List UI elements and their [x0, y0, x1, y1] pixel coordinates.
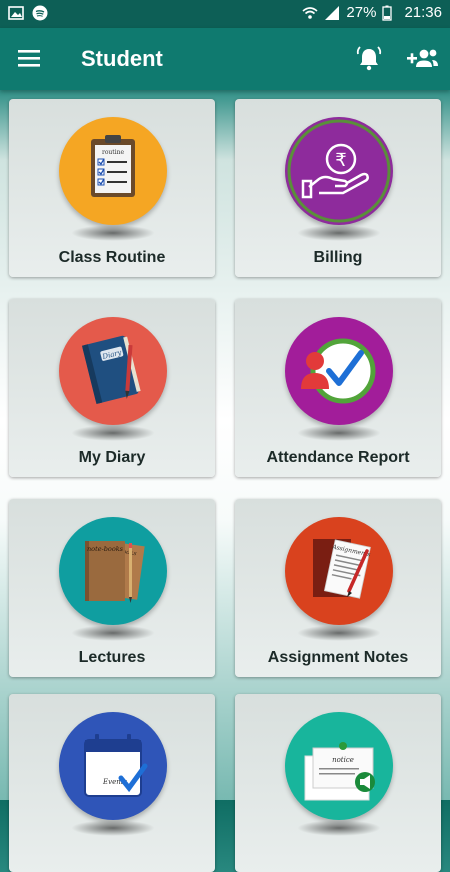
tile-my-diary[interactable]: Diary My Diary	[9, 299, 215, 477]
wifi-icon	[302, 5, 318, 21]
menu-icon	[14, 50, 46, 78]
notebooks-icon: books note-books	[59, 517, 167, 625]
add-user-button[interactable]	[405, 45, 439, 73]
tile-lectures[interactable]: books note-books Lectures	[9, 499, 215, 677]
tile-shadow	[71, 225, 155, 241]
add-user-icon	[405, 49, 439, 77]
tile-assignment-notes[interactable]: Assignments Assignment Notes	[235, 499, 441, 677]
tile-icon-circle: Assignments	[285, 517, 393, 625]
assignment-notes-icon: Assignments	[285, 517, 393, 625]
tile-shadow	[71, 425, 155, 441]
attendance-check-icon	[285, 317, 393, 425]
svg-text:notice: notice	[332, 756, 354, 764]
tile-icon-circle: Events	[59, 712, 167, 820]
image-icon	[8, 5, 24, 21]
tile-icon-circle: Diary	[59, 317, 167, 425]
battery-icon	[382, 5, 398, 21]
tile-events[interactable]: Events	[9, 694, 215, 872]
clock: 21:36	[404, 4, 442, 21]
notice-board-icon: notice	[285, 712, 393, 820]
tile-label: Billing	[313, 249, 363, 266]
tile-label: Attendance Report	[266, 449, 410, 466]
tile-notice[interactable]: notice	[235, 694, 441, 872]
tile-shadow	[71, 625, 155, 641]
svg-text:note-books: note-books	[87, 545, 124, 553]
battery-percent: 27%	[346, 4, 377, 21]
menu-button[interactable]	[14, 44, 46, 74]
page-title: Student	[81, 46, 163, 71]
tile-class-routine[interactable]: routine Class Routine	[9, 99, 215, 277]
tile-label: Class Routine	[58, 249, 166, 266]
tile-attendance-report[interactable]: Attendance Report	[235, 299, 441, 477]
notifications-button[interactable]	[355, 45, 383, 73]
app-bar: Student	[0, 28, 450, 90]
svg-text:routine: routine	[102, 149, 125, 156]
tile-shadow	[71, 820, 155, 836]
tile-billing[interactable]: ₹ Billing	[235, 99, 441, 277]
tile-icon-circle: ₹	[285, 117, 393, 225]
notification-bell-icon	[355, 46, 383, 77]
tile-shadow	[297, 425, 381, 441]
rupee-hand-icon: ₹	[285, 117, 393, 225]
tile-label: My Diary	[78, 449, 146, 466]
events-calendar-icon: Events	[59, 712, 167, 820]
svg-text:₹: ₹	[335, 150, 346, 171]
tile-shadow	[297, 225, 381, 241]
tile-label: Assignment Notes	[267, 649, 409, 666]
dashboard-grid: routine Class Routine ₹ Billing Diary My…	[0, 90, 450, 872]
diary-book-icon: Diary	[59, 317, 167, 425]
tile-icon-circle: notice	[285, 712, 393, 820]
tile-label: Lectures	[78, 649, 146, 666]
spotify-icon	[32, 5, 48, 21]
tile-shadow	[297, 820, 381, 836]
signal-icon	[324, 5, 340, 21]
routine-clipboard-icon: routine	[59, 117, 167, 225]
status-bar: 27% 21:36	[0, 0, 450, 28]
tile-icon-circle	[285, 317, 393, 425]
tile-icon-circle: routine	[59, 117, 167, 225]
tile-shadow	[297, 625, 381, 641]
tile-icon-circle: books note-books	[59, 517, 167, 625]
